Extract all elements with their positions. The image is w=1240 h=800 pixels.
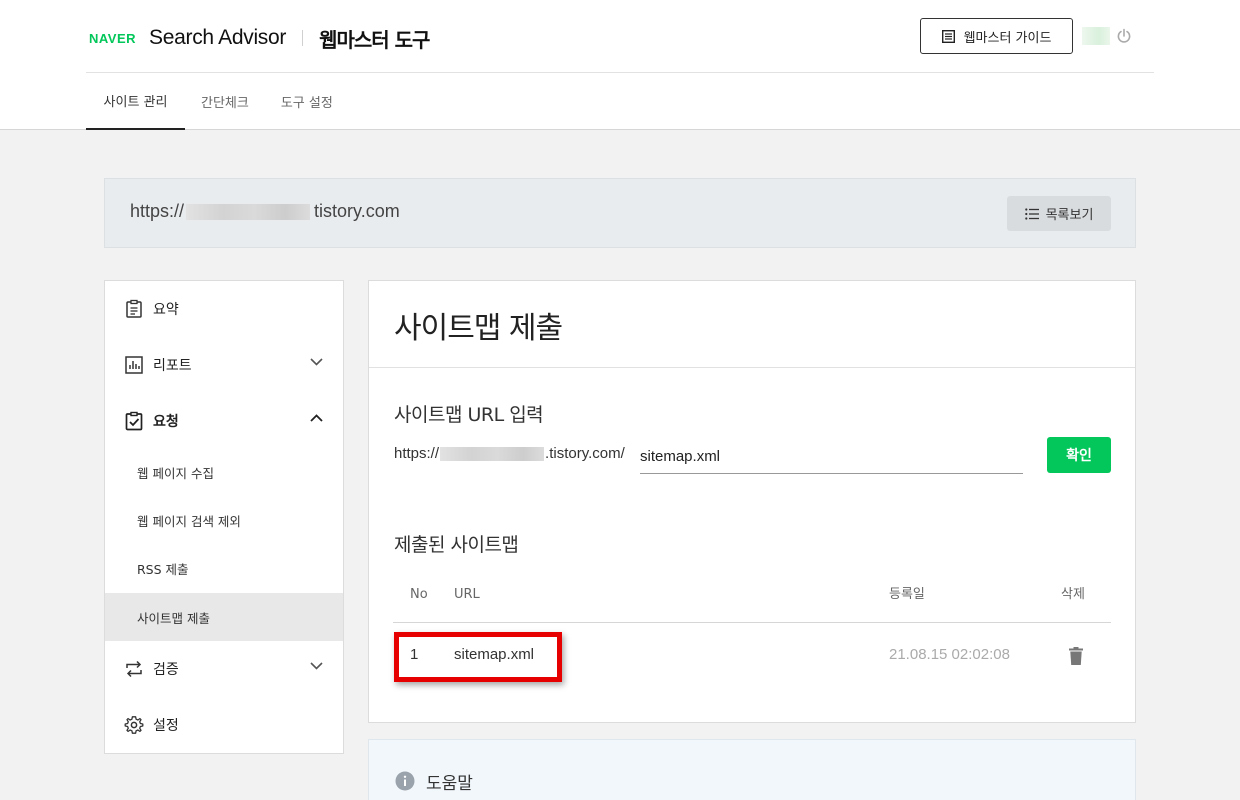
sidebar: 요약 리포트 요청 웹 페이지 수집 웹 페이지 검색 제외 RSS 제출 사이…: [104, 280, 344, 754]
help-section: 도움말: [368, 739, 1136, 800]
panel-divider: [369, 367, 1135, 368]
column-header-date: 등록일: [889, 587, 925, 602]
avatar[interactable]: [1082, 27, 1110, 45]
clipboard-icon: [123, 298, 145, 320]
redacted-site-name: [440, 446, 545, 461]
clipboard-check-icon: [123, 410, 145, 432]
row-date: 21.08.15 02:02:08: [889, 646, 1010, 663]
swap-arrows-icon: [123, 658, 145, 680]
sitemap-panel: 사이트맵 제출 사이트맵 URL 입력 https:// .tistory.co…: [368, 280, 1136, 723]
table-header: No URL 등록일 삭제: [393, 581, 1111, 623]
sitemap-url-input-title: 사이트맵 URL 입력: [394, 404, 544, 426]
tab-tool-settings[interactable]: 도구 설정: [265, 73, 349, 130]
power-icon[interactable]: [1116, 28, 1132, 44]
help-title: 도움말: [426, 774, 473, 794]
chevron-down-icon: [310, 358, 323, 366]
sidebar-subitem-rss-submit[interactable]: RSS 제출: [105, 544, 343, 592]
tab-quick-check[interactable]: 간단체크: [185, 73, 265, 130]
tool-title: 웹마스터 도구: [319, 27, 430, 52]
naver-logo: NAVER: [89, 30, 137, 46]
logo-divider: [302, 30, 304, 46]
list-icon: [1024, 207, 1039, 220]
list-view-label: 목록보기: [1045, 208, 1094, 223]
trash-icon[interactable]: [1069, 647, 1083, 665]
tab-site-management[interactable]: 사이트 관리: [86, 73, 185, 130]
sidebar-item-verify[interactable]: 검증: [105, 641, 343, 697]
redacted-site-name: [186, 203, 311, 220]
sidebar-subitem-page-exclude[interactable]: 웹 페이지 검색 제외: [105, 496, 343, 544]
chevron-up-icon: [310, 414, 323, 422]
sidebar-subitem-page-collect[interactable]: 웹 페이지 수집: [105, 448, 343, 496]
confirm-button[interactable]: 확인: [1047, 437, 1111, 473]
highlight-box: [394, 632, 562, 682]
sidebar-item-request[interactable]: 요청: [105, 393, 343, 449]
site-url: https:// tistory.com: [130, 201, 400, 221]
sidebar-item-summary[interactable]: 요약: [105, 281, 343, 337]
list-view-button[interactable]: 목록보기: [1007, 196, 1111, 231]
sidebar-item-settings[interactable]: 설정: [105, 697, 343, 753]
book-icon: [941, 29, 955, 43]
sitemap-url-prefix: https:// .tistory.com/: [394, 445, 625, 462]
webmaster-guide-label: 웹마스터 가이드: [963, 30, 1052, 46]
logo[interactable]: NAVER Search Advisor 웹마스터 도구: [89, 22, 430, 54]
gear-icon: [123, 714, 145, 736]
submitted-sitemap-title: 제출된 사이트맵: [394, 534, 519, 556]
column-header-delete: 삭제: [1061, 587, 1085, 602]
sidebar-subitem-sitemap-submit[interactable]: 사이트맵 제출: [105, 593, 343, 641]
chevron-down-icon: [310, 662, 323, 670]
top-header: NAVER Search Advisor 웹마스터 도구 웹마스터 가이드 사이…: [0, 0, 1240, 130]
sidebar-item-label: 검증: [153, 662, 179, 678]
page-title: 사이트맵 제출: [394, 311, 563, 346]
sidebar-item-label: 설정: [153, 718, 179, 734]
info-icon: [395, 771, 415, 791]
main-tabs: 사이트 관리 간단체크 도구 설정: [86, 73, 349, 130]
chart-icon: [123, 354, 145, 376]
column-header-no: No: [410, 587, 428, 602]
sidebar-item-report[interactable]: 리포트: [105, 337, 343, 393]
webmaster-guide-button[interactable]: 웹마스터 가이드: [920, 18, 1073, 54]
sidebar-item-label: 리포트: [153, 358, 192, 374]
sidebar-item-label: 요청: [153, 414, 179, 430]
sitemap-url-input[interactable]: [640, 439, 1023, 474]
product-name: Search Advisor: [149, 26, 287, 49]
site-url-bar: https:// tistory.com 목록보기: [104, 178, 1136, 248]
column-header-url: URL: [454, 587, 480, 602]
sidebar-item-label: 요약: [153, 302, 179, 318]
